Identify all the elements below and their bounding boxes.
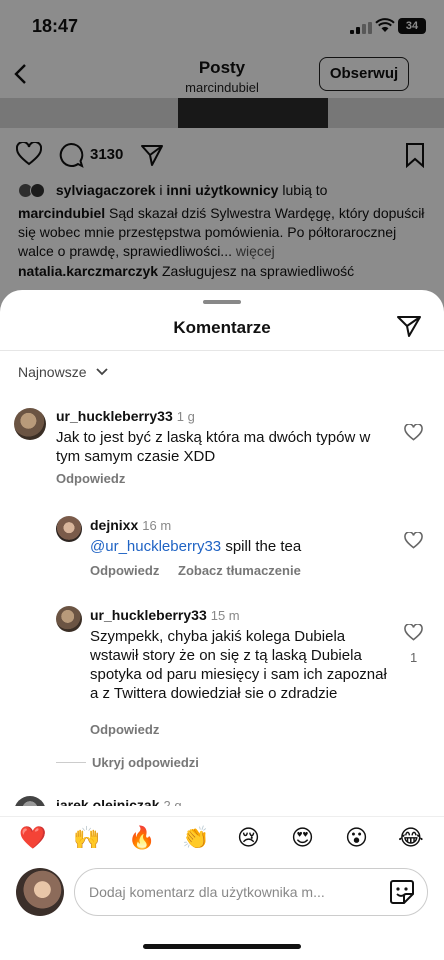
emoji-laughing-button[interactable]: 😂 [398,825,424,851]
avatar[interactable] [56,516,82,542]
comment-body: spill the tea [225,538,302,555]
comment-username[interactable]: jarek.olejniczak [56,797,160,806]
avatar[interactable] [14,796,46,806]
reply-item: dejnixx 16 m @ur_huckleberry33 spill the … [0,514,444,584]
comment-time: 16 m [142,518,172,533]
emoji-heart-eyes-button[interactable]: 😍 [291,825,314,851]
comment-time: 1 g [176,409,195,424]
comments-sheet: Komentarze Najnowsze ur_huckleberry33 1 g… [0,290,444,960]
comment-text: Jak to jest być z laską która ma dwóch t… [56,429,371,465]
emoji-clap-button[interactable]: 👏 [182,825,209,851]
like-count: 1 [410,650,418,665]
reply-button[interactable]: Odpowiedz [90,563,159,578]
reply-item: ur_huckleberry33 15 m Szympekk, chyba jak… [0,604,444,744]
comment-time: 2 g [163,798,182,806]
comment-username[interactable]: ur_huckleberry33 [90,607,207,623]
comment-composer: Dodaj komentarz dla użytkownika m... [14,868,430,920]
comment-time: 15 m [210,608,240,623]
comment-text: Szympekk, chyba jakiś kolega Dubiela wst… [90,628,387,702]
sheet-drag-handle[interactable] [203,300,241,304]
heart-icon[interactable] [404,532,423,549]
comment-username[interactable]: ur_huckleberry33 [56,408,173,424]
comment-input[interactable]: Dodaj komentarz dla użytkownika m... [74,868,428,916]
home-indicator[interactable] [143,944,301,949]
comment-text: @ur_huckleberry33 spill the tea [90,537,390,556]
avatar[interactable] [14,408,46,440]
comment-username[interactable]: dejnixx [90,517,138,533]
sticker-icon[interactable] [389,879,415,905]
emoji-surprised-button[interactable]: 😮 [345,825,368,851]
share-icon[interactable] [396,314,422,338]
chevron-down-icon [96,368,109,376]
hide-replies-button[interactable]: Ukryj odpowiedzi [92,755,199,770]
reply-button[interactable]: Odpowiedz [56,471,125,486]
emoji-fire-button[interactable]: 🔥 [128,825,155,851]
emoji-heart-button[interactable]: ❤️ [19,825,46,851]
sort-dropdown[interactable]: Najnowsze [18,364,109,380]
heart-icon[interactable] [404,424,423,441]
reply-button[interactable]: Odpowiedz [90,722,159,737]
sheet-title: Komentarze [173,318,271,337]
emoji-crying-button[interactable]: 😢 [237,825,260,851]
comment-input-placeholder: Dodaj komentarz dla użytkownika m... [89,884,325,900]
comment-item: ur_huckleberry33 1 g Jak to jest być z la… [0,406,444,486]
emoji-reaction-bar: ❤️ 🙌 🔥 👏 😢 😍 😮 😂 [0,816,444,858]
translate-button[interactable]: Zobacz tłumaczenie [178,563,301,578]
emoji-raised-hands-button[interactable]: 🙌 [73,825,100,851]
heart-icon[interactable] [404,624,423,641]
sort-label: Najnowsze [18,364,87,380]
background-overlay[interactable] [0,0,444,320]
avatar[interactable] [56,606,82,632]
comment-item: jarek.olejniczak 2 g [0,794,444,806]
avatar [16,868,64,916]
divider [0,350,444,351]
divider [56,762,86,763]
mention-link[interactable]: @ur_huckleberry33 [90,538,221,555]
